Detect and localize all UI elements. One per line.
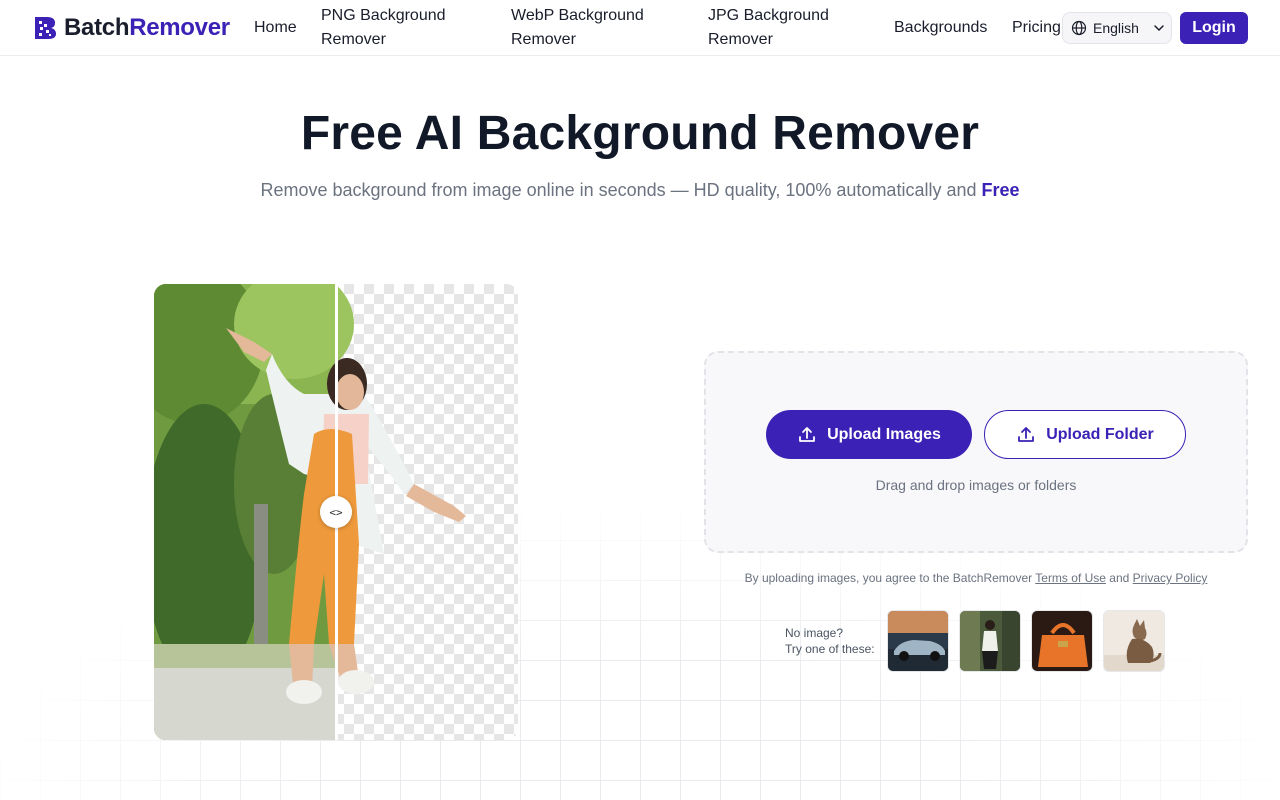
- logo-icon: [35, 17, 56, 39]
- drag-drop-hint: Drag and drop images or folders: [875, 477, 1077, 493]
- page-title: Free AI Background Remover: [300, 107, 980, 160]
- language-label: English: [1093, 20, 1139, 36]
- upload-icon: [799, 426, 815, 442]
- login-button[interactable]: Login: [1180, 12, 1248, 44]
- nav-pricing[interactable]: Pricing: [1012, 16, 1061, 40]
- logo[interactable]: BatchRemover: [33, 14, 230, 42]
- page-subtitle: Remove background from image online in s…: [260, 180, 1020, 200]
- sample-prompt: No image? Try one of these:: [785, 626, 875, 656]
- nav-png-background-remover[interactable]: PNG Background Remover: [321, 4, 471, 52]
- sample-thumbnail-car[interactable]: [887, 610, 949, 672]
- sample-thumbnail-person[interactable]: [959, 610, 1021, 672]
- upload-icon: [1018, 426, 1035, 442]
- upload-folder-label: Upload Folder: [1046, 425, 1154, 443]
- before-after-comparison[interactable]: <>: [154, 284, 518, 740]
- site-header: BatchRemover Home PNG Background Remover…: [0, 0, 1280, 56]
- nav-webp-background-remover[interactable]: WebP Background Remover: [511, 4, 661, 52]
- car-image: [888, 611, 948, 671]
- sample-thumbnail-cat[interactable]: [1103, 610, 1165, 672]
- handbag-image: [1032, 611, 1092, 671]
- upload-images-label: Upload Images: [827, 425, 941, 443]
- cat-image: [1104, 611, 1164, 671]
- person-image: [960, 611, 1020, 671]
- language-selector[interactable]: English: [1062, 12, 1172, 44]
- sample-thumbnail-handbag[interactable]: [1031, 610, 1093, 672]
- privacy-policy-link[interactable]: Privacy Policy: [1133, 571, 1208, 585]
- nav-backgrounds[interactable]: Backgrounds: [894, 16, 987, 40]
- chevron-down-icon: [1154, 25, 1164, 32]
- globe-icon: [1071, 20, 1087, 36]
- upload-images-button[interactable]: Upload Images: [766, 410, 972, 459]
- logo-text: BatchRemover: [64, 14, 230, 41]
- terms-of-use-link[interactable]: Terms of Use: [1035, 571, 1106, 585]
- nav-jpg-background-remover[interactable]: JPG Background Remover: [708, 4, 848, 52]
- nav-home[interactable]: Home: [254, 16, 297, 40]
- comparison-slider-handle[interactable]: <>: [320, 496, 352, 528]
- upload-folder-button[interactable]: Upload Folder: [984, 410, 1186, 459]
- terms-notice: By uploading images, you agree to the Ba…: [744, 571, 1208, 585]
